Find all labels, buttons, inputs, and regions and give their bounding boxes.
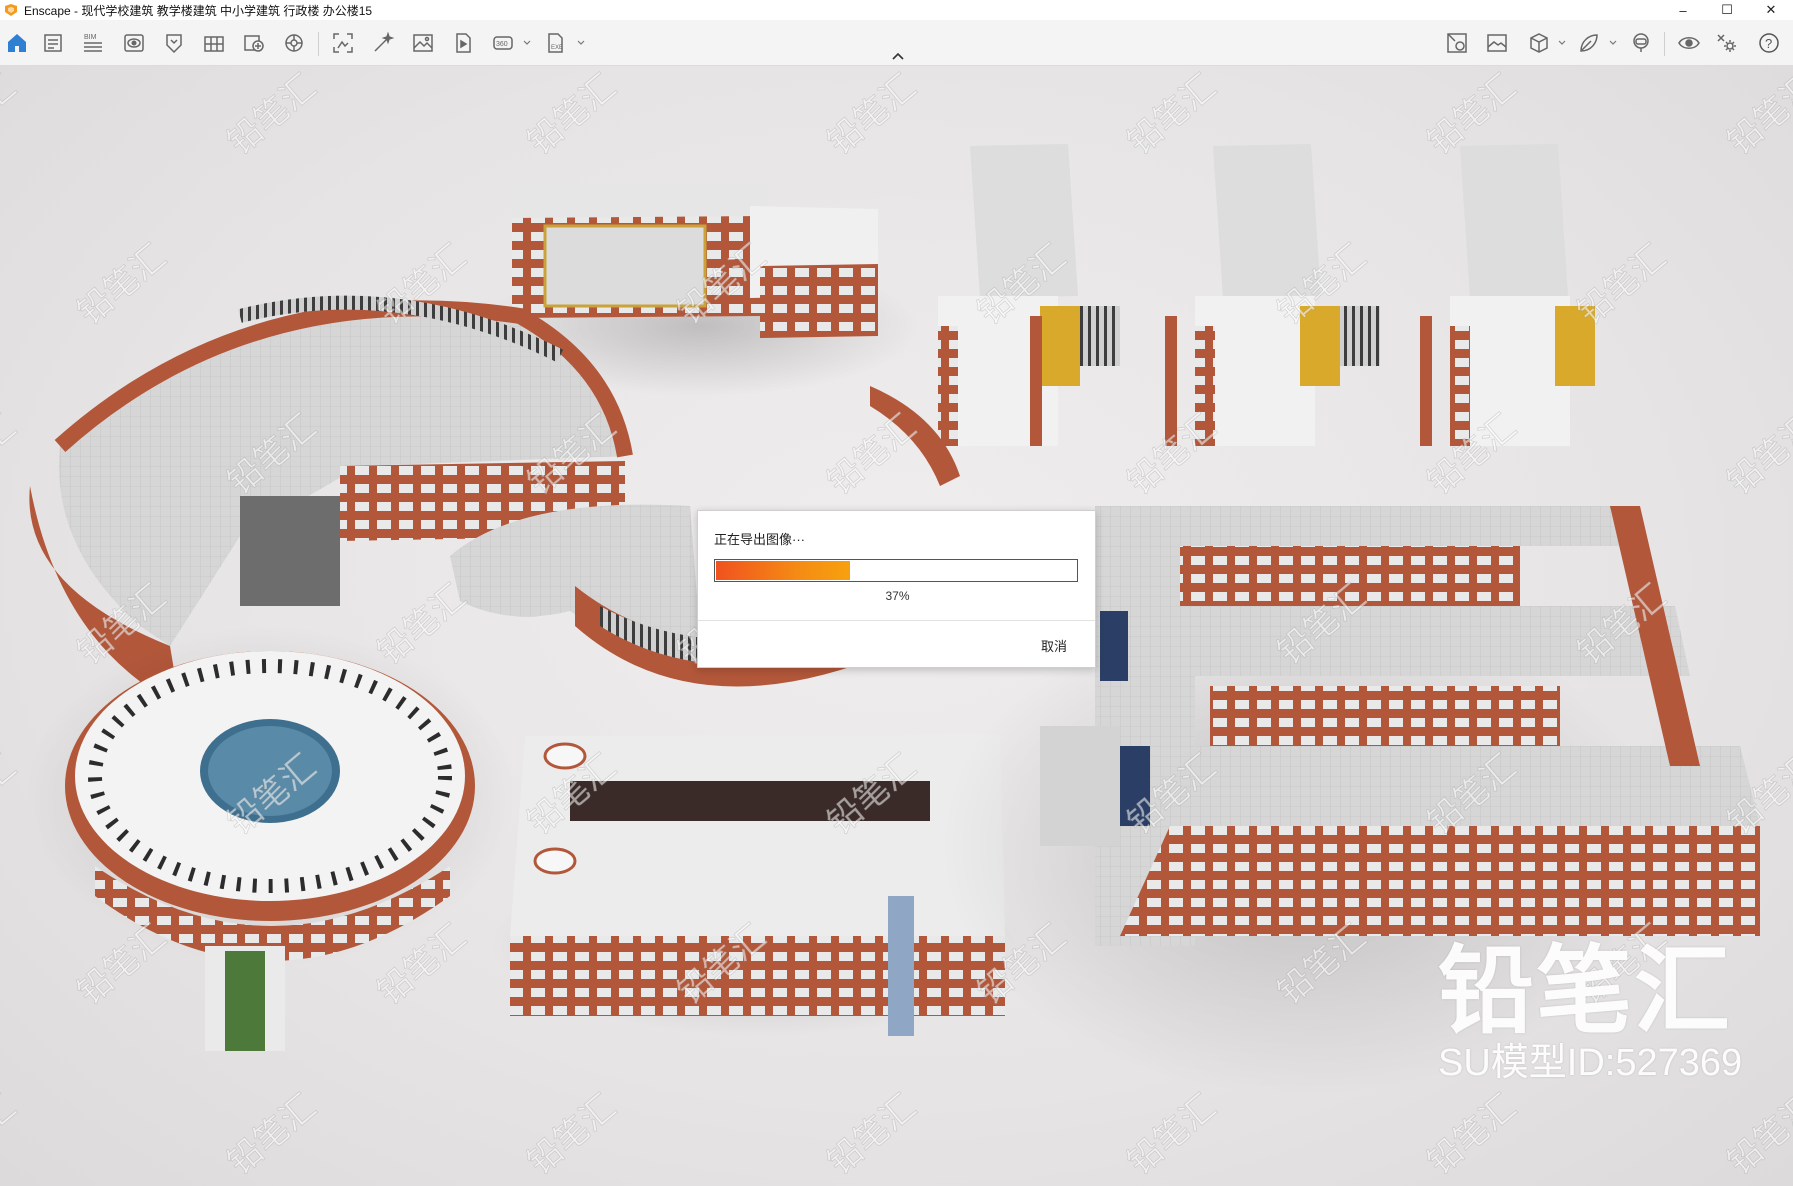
watermark-tile-text: 铅笔汇 (1571, 237, 1674, 332)
watermark-tile-text: 铅笔汇 (671, 917, 774, 1012)
watermark-tile-text: 铅笔汇 (221, 747, 324, 842)
gallery-icon[interactable] (1484, 30, 1510, 56)
watermark-tile-text: 铅笔汇 (1421, 67, 1524, 162)
watermark-tile-text: 铅笔汇 (71, 237, 174, 332)
watermark-tile-text: 铅笔汇 (1721, 407, 1793, 502)
minimize-button[interactable]: – (1661, 0, 1705, 20)
sync-views-icon[interactable] (1444, 30, 1470, 56)
cube-icon[interactable] (1526, 30, 1552, 56)
cancel-button[interactable]: 取消 (1041, 636, 1067, 655)
watermark-tile-text: 铅笔汇 (0, 1087, 23, 1182)
watermark-tile-text: 铅笔汇 (971, 917, 1074, 1012)
watermark-tile-text: 铅笔汇 (221, 407, 324, 502)
watermark-tile-text: 铅笔汇 (521, 1087, 624, 1182)
watermark-tile-text: 铅笔汇 (371, 917, 474, 1012)
toolbar-separator (1664, 32, 1665, 56)
watermark-tile-text: 铅笔汇 (1271, 237, 1374, 332)
toolbar-separator (318, 32, 319, 56)
brand-watermark: 铅笔汇 SU模型ID:527369 (1438, 913, 1742, 1103)
close-button[interactable]: ✕ (1749, 0, 1793, 20)
help-label: ? (1765, 36, 1772, 51)
panorama-icon[interactable] (281, 30, 307, 56)
enscape-logo-icon (5, 4, 17, 16)
watermark-tile-text: 铅笔汇 (0, 747, 23, 842)
asset-library-icon[interactable] (161, 30, 187, 56)
watermark-tile-text: 铅笔汇 (1421, 407, 1524, 502)
watermark-tile-text: 铅笔汇 (1571, 577, 1674, 672)
window-title: Enscape - 现代学校建筑 教学楼建筑 中小学建筑 行政楼 办公楼15 (24, 3, 373, 18)
image-icon[interactable] (410, 30, 436, 56)
watermark-tile-text: 铅笔汇 (0, 67, 23, 162)
watermark-tile-text: 铅笔汇 (521, 67, 624, 162)
watermark-tile-text: 铅笔汇 (371, 237, 474, 332)
watermark-tile-text: 铅笔汇 (0, 407, 23, 502)
watermark-tile-text: 铅笔汇 (821, 407, 924, 502)
bim-label: BIM (84, 34, 97, 41)
watermark-tile-text: 铅笔汇 (821, 67, 924, 162)
watermark-tile-text: 铅笔汇 (671, 237, 774, 332)
chevron-up-icon[interactable] (890, 50, 906, 62)
chevron-down-icon[interactable] (1608, 38, 1618, 48)
main-toolbar: BIM 360 EXE ? (0, 20, 1793, 66)
dialog-divider (698, 620, 1095, 621)
add-view-icon[interactable] (241, 30, 267, 56)
title-bar: Enscape - 现代学校建筑 教学楼建筑 中小学建筑 行政楼 办公楼15 –… (0, 0, 1793, 20)
watermark-tile-text: 铅笔汇 (1721, 67, 1793, 162)
progress-bar (714, 559, 1078, 582)
watermark-tile-text: 铅笔汇 (1121, 407, 1224, 502)
watermark-tile-text: 铅笔汇 (1721, 747, 1793, 842)
model-id-text: SU模型ID:527369 (1438, 1042, 1743, 1084)
help-icon[interactable]: ? (1756, 30, 1782, 56)
watermark-tile-text: 铅笔汇 (521, 747, 624, 842)
progress-bar-fill (716, 561, 850, 580)
watermark-tile-text: 铅笔汇 (1121, 67, 1224, 162)
enscape-window: Enscape - 现代学校建筑 教学楼建筑 中小学建筑 行政楼 办公楼15 –… (0, 0, 1793, 1186)
chevron-down-icon[interactable] (1557, 38, 1567, 48)
video-icon[interactable] (450, 30, 476, 56)
progress-percent: 37% (885, 589, 910, 603)
settings-icon[interactable] (1714, 30, 1740, 56)
watermark-tile-text: 铅笔汇 (1121, 1087, 1224, 1182)
watermark-tile-text: 铅笔汇 (1421, 747, 1524, 842)
bim-icon[interactable]: BIM (80, 30, 106, 56)
screenshot-icon[interactable] (330, 30, 356, 56)
watermark-tile-text: 铅笔汇 (71, 917, 174, 1012)
chevron-down-icon[interactable] (576, 38, 586, 48)
export-progress-dialog: 正在导出图像··· 37% 取消 (697, 510, 1096, 668)
home-icon[interactable] (4, 30, 30, 56)
vr-headset-icon[interactable] (1628, 30, 1654, 56)
batch-render-icon[interactable] (370, 30, 396, 56)
watermark-tile-text: 铅笔汇 (1121, 747, 1224, 842)
watermark-tile-text: 铅笔汇 (1271, 917, 1374, 1012)
export-icon[interactable]: EXE (542, 30, 568, 56)
watermark-tile-text: 铅笔汇 (221, 67, 324, 162)
visual-settings-icon[interactable] (121, 30, 147, 56)
svg-text:360: 360 (496, 41, 508, 48)
material-editor-icon[interactable] (201, 30, 227, 56)
watermark-tile-text: 铅笔汇 (521, 407, 624, 502)
svg-text:EXE: EXE (551, 45, 563, 51)
maximize-button[interactable]: ☐ (1705, 0, 1749, 20)
feedback-icon[interactable] (1576, 30, 1602, 56)
watermark-tile-text: 铅笔汇 (1271, 577, 1374, 672)
360-icon[interactable]: 360 (490, 30, 516, 56)
watermark-tile-text: 铅笔汇 (71, 577, 174, 672)
chevron-down-icon[interactable] (522, 38, 532, 48)
watermark-tile-text: 铅笔汇 (821, 1087, 924, 1182)
window-controls: – ☐ ✕ (1661, 0, 1793, 20)
watermark-tile-text: 铅笔汇 (371, 577, 474, 672)
project-icon[interactable] (40, 30, 66, 56)
watermark-tile-text: 铅笔汇 (221, 1087, 324, 1182)
dialog-title: 正在导出图像··· (714, 532, 805, 547)
watermark-tile-text: 铅笔汇 (821, 747, 924, 842)
watermark-tile-text: 铅笔汇 (971, 237, 1074, 332)
live-update-icon[interactable] (1676, 30, 1702, 56)
